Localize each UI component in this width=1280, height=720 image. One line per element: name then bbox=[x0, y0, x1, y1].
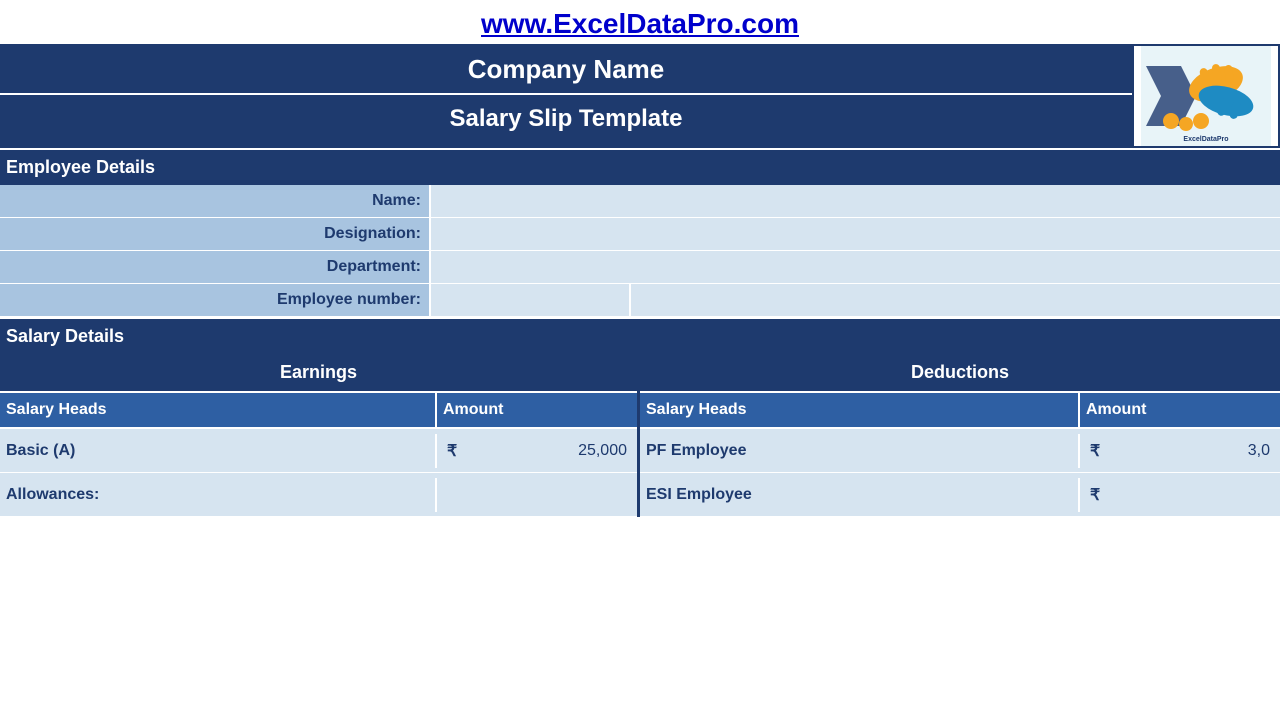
deductions-sh-2: ESI Employee bbox=[640, 478, 1080, 512]
salary-slip-row: Salary Slip Template bbox=[0, 95, 1132, 141]
company-name-row: Company Name bbox=[0, 44, 1132, 95]
header-url: www.ExcelDataPro.com bbox=[0, 0, 1280, 44]
name-label: Name: bbox=[0, 185, 430, 218]
employee-details-header: Employee Details bbox=[0, 148, 1280, 185]
logo-box: ExcelDataPro bbox=[1132, 44, 1280, 148]
deductions-amt-2: ₹ bbox=[1080, 477, 1280, 513]
logo-icon: ExcelDataPro bbox=[1141, 46, 1271, 146]
designation-row: Designation: bbox=[0, 218, 1280, 251]
employee-number-value1[interactable] bbox=[430, 284, 630, 317]
department-label: Department: bbox=[0, 251, 430, 284]
salary-slip-title: Salary Slip Template bbox=[450, 105, 683, 132]
name-row: Name: bbox=[0, 185, 1280, 218]
deductions-header: Deductions bbox=[640, 354, 1280, 393]
earnings-sh-header: Salary Heads bbox=[0, 393, 437, 427]
deductions-sh-header: Salary Heads bbox=[640, 393, 1080, 427]
earnings-deductions: Earnings Salary Heads Amount Basic (A) ₹… bbox=[0, 354, 1280, 517]
header-top: Company Name Salary Slip Template bbox=[0, 44, 1280, 148]
deductions-col-headers: Salary Heads Amount bbox=[640, 393, 1280, 429]
earnings-amt-header: Amount bbox=[437, 393, 637, 427]
employee-number-label: Employee number: bbox=[0, 284, 430, 317]
designation-label: Designation: bbox=[0, 218, 430, 251]
deductions-row-1: PF Employee ₹ 3,0 bbox=[640, 429, 1280, 473]
employee-number-row: Employee number: bbox=[0, 284, 1280, 317]
header-titles: Company Name Salary Slip Template bbox=[0, 44, 1132, 148]
salary-details-header: Salary Details bbox=[0, 317, 1280, 354]
earnings-sh-1: Basic (A) bbox=[0, 434, 437, 468]
employee-number-value2[interactable] bbox=[630, 284, 1280, 317]
company-name: Company Name bbox=[468, 54, 665, 84]
employee-details-table: Name: Designation: Department: Employee … bbox=[0, 185, 1280, 317]
earnings-amt-1: ₹ 25,000 bbox=[437, 433, 637, 469]
svg-text:ExcelDataPro: ExcelDataPro bbox=[1183, 136, 1228, 143]
designation-value[interactable] bbox=[430, 218, 1280, 251]
deductions-amt-header: Amount bbox=[1080, 393, 1280, 427]
earnings-panel: Earnings Salary Heads Amount Basic (A) ₹… bbox=[0, 354, 640, 517]
earnings-row-2: Allowances: bbox=[0, 473, 637, 517]
website-link[interactable]: www.ExcelDataPro.com bbox=[481, 8, 799, 39]
earnings-row-1: Basic (A) ₹ 25,000 bbox=[0, 429, 637, 473]
name-value[interactable] bbox=[430, 185, 1280, 218]
earnings-col-headers: Salary Heads Amount bbox=[0, 393, 637, 429]
earnings-header: Earnings bbox=[0, 354, 637, 393]
page-wrapper: www.ExcelDataPro.com Company Name Salary… bbox=[0, 0, 1280, 517]
department-row: Department: bbox=[0, 251, 1280, 284]
deductions-row-2: ESI Employee ₹ bbox=[640, 473, 1280, 517]
department-value[interactable] bbox=[430, 251, 1280, 284]
earnings-amt-2 bbox=[437, 487, 637, 503]
deductions-sh-1: PF Employee bbox=[640, 434, 1080, 468]
deductions-amt-1: ₹ 3,0 bbox=[1080, 433, 1280, 469]
earnings-sh-2: Allowances: bbox=[0, 478, 437, 512]
deductions-panel: Deductions Salary Heads Amount PF Employ… bbox=[640, 354, 1280, 517]
